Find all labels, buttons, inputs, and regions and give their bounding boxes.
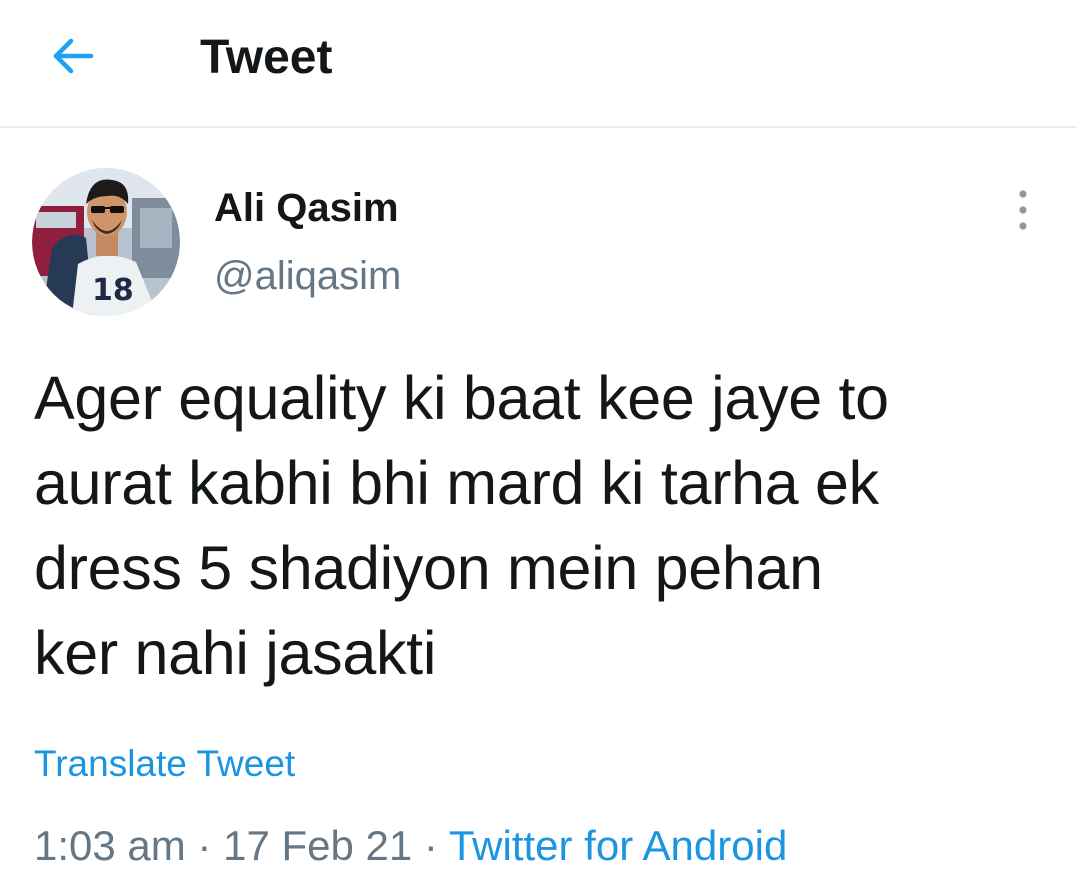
page-title: Tweet [200,31,333,84]
tweet-date[interactable]: 17 Feb 21 [223,822,412,869]
back-button[interactable] [44,28,100,84]
avatar[interactable]: 18 [32,168,180,316]
vertical-ellipsis-icon [1019,190,1027,230]
translate-tweet-link[interactable]: Translate Tweet [34,740,295,788]
author-name[interactable]: Ali Qasim [214,184,399,232]
tweet-text-line: Ager equality ki baat kee jaye to [34,364,889,432]
tweet-text-line: ker nahi jasakti [34,619,437,687]
arrow-left-icon [53,38,94,74]
tweet-meta: 1:03 am · 17 Feb 21 · Twitter for Androi… [34,818,787,874]
tweet-text-line: dress 5 shadiyon mein pehan [34,534,823,602]
tweet-time[interactable]: 1:03 am [34,822,186,869]
tweet-text-line: aurat kabhi bhi mard ki tarha ek [34,449,879,517]
author-handle[interactable]: @aliqasim [214,252,401,300]
meta-separator: · [185,822,224,869]
top-app-bar: Tweet [0,0,1076,128]
more-options-button[interactable] [1000,182,1046,238]
tweet-source-link[interactable]: Twitter for Android [449,822,787,869]
meta-separator: · [412,822,449,869]
profile-photo: 18 [32,168,180,316]
svg-text:18: 18 [92,273,134,308]
tweet-text: Ager equality ki baat kee jaye to aurat … [34,356,1044,696]
